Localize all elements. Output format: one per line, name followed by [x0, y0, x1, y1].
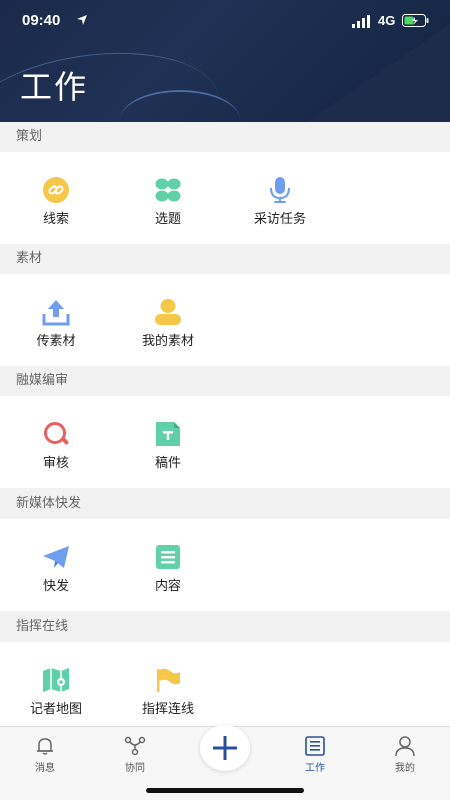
section-header-materials: 素材 [0, 244, 450, 274]
link-icon [43, 177, 69, 203]
header: 09:40 4G 工作 [0, 0, 450, 122]
item-topics[interactable]: 选题 [112, 152, 224, 244]
item-label: 快发 [42, 579, 69, 594]
tab-collaboration[interactable]: 协同 [90, 727, 180, 787]
item-interview-tasks[interactable]: 采访任务 [224, 152, 336, 244]
map-icon [43, 668, 69, 692]
user-icon [155, 299, 181, 325]
item-label: 我的素材 [141, 334, 194, 349]
tab-label: 协同 [125, 763, 145, 774]
item-quick-send[interactable]: 快发 [0, 519, 112, 611]
review-icon [44, 422, 69, 445]
item-manuscripts[interactable]: 稿件 [112, 396, 224, 488]
section-editing: 审核 稿件 [0, 396, 450, 488]
section-planning: 线索 选题 采访任务 [0, 152, 450, 244]
item-label: 采访任务 [253, 212, 306, 227]
battery-icon [402, 14, 429, 27]
item-clues[interactable]: 线索 [0, 152, 112, 244]
item-reporter-map[interactable]: 记者地图 [0, 642, 112, 734]
section-header-new-media: 新媒体快发 [0, 489, 450, 519]
item-label: 传素材 [36, 334, 76, 349]
bell-icon [37, 738, 53, 755]
flag-icon [157, 668, 180, 692]
item-label: 稿件 [154, 456, 181, 471]
item-label: 审核 [42, 456, 69, 471]
page-title: 工作 [20, 68, 89, 106]
section-materials: 传素材 我的素材 [0, 274, 450, 366]
add-button[interactable] [200, 725, 250, 771]
tab-label: 工作 [305, 763, 325, 774]
collaboration-icon [124, 736, 146, 756]
document-icon [156, 422, 180, 446]
microphone-icon [270, 177, 290, 203]
section-command: 记者地图 指挥连线 [0, 642, 450, 734]
home-indicator [146, 788, 304, 793]
list-icon [305, 736, 325, 756]
item-label: 选题 [154, 212, 181, 227]
tab-work[interactable]: 工作 [270, 727, 360, 787]
item-label: 记者地图 [29, 702, 82, 717]
network-type: 4G [378, 13, 396, 28]
signal-icon [352, 15, 370, 28]
section-header-editing: 融媒编审 [0, 366, 450, 396]
item-command-link[interactable]: 指挥连线 [112, 642, 224, 734]
location-arrow-icon [77, 15, 87, 25]
profile-icon [395, 736, 415, 757]
tab-messages[interactable]: 消息 [0, 727, 90, 787]
tab-label: 消息 [35, 763, 55, 774]
item-label: 指挥连线 [141, 702, 194, 717]
upload-icon [42, 300, 70, 326]
content-icon [156, 545, 180, 569]
tab-mine[interactable]: 我的 [360, 727, 450, 787]
grid-icon [155, 178, 181, 202]
item-content[interactable]: 内容 [112, 519, 224, 611]
item-review[interactable]: 审核 [0, 396, 112, 488]
status-bar: 09:40 4G [0, 0, 450, 44]
section-header-planning: 策划 [0, 122, 450, 152]
item-upload-material[interactable]: 传素材 [0, 274, 112, 366]
plus-icon [213, 736, 237, 760]
status-time: 09:40 [22, 12, 61, 29]
send-icon [43, 546, 69, 568]
item-label: 线索 [42, 212, 69, 227]
item-label: 内容 [154, 579, 181, 594]
section-header-command: 指挥在线 [0, 612, 450, 642]
tab-label: 我的 [395, 763, 415, 774]
item-my-materials[interactable]: 我的素材 [112, 274, 224, 366]
section-new-media: 快发 内容 [0, 519, 450, 611]
